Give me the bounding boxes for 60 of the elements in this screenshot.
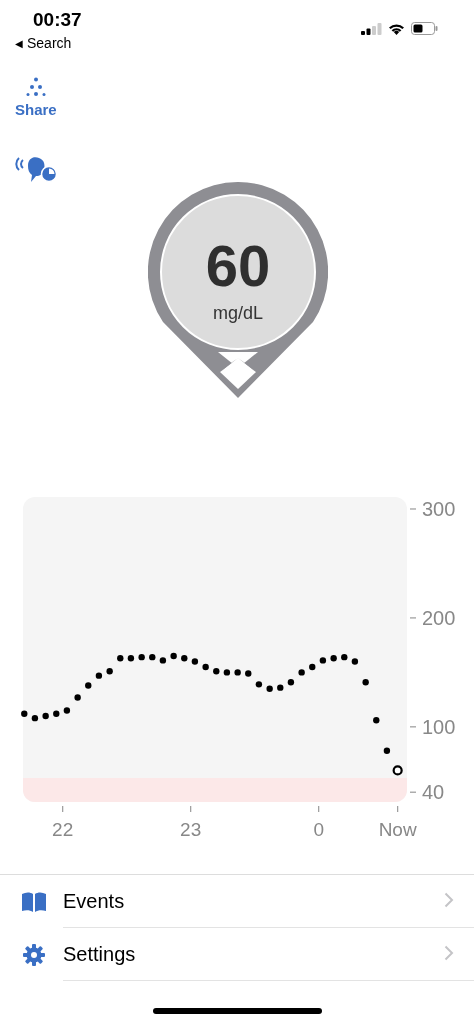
data-point [245,670,252,677]
menu-item[interactable]: Settings [0,928,474,981]
data-point [42,712,49,720]
data-point [213,668,220,675]
data-point [191,658,199,665]
settings-icon [23,943,45,966]
data-point [383,747,391,754]
y-axis-label: 300 [422,498,456,520]
data-point [181,655,188,662]
data-point [362,679,369,686]
x-axis-label: 22 [52,819,74,840]
data-point [330,655,337,662]
data-point [63,707,71,714]
x-axis-label: 23 [180,819,202,840]
menu-item[interactable]: Events [0,875,474,928]
data-point [373,717,380,724]
data-point [127,655,135,662]
data-point [309,663,316,671]
data-point [95,672,103,679]
data-point [159,657,167,664]
x-axis-label: 0 [313,819,324,840]
data-point [277,684,284,691]
wifi-icon [388,22,405,35]
status-time: 00:37 [33,9,82,31]
data-point [106,668,113,675]
data-point [298,669,305,676]
alert-schedule-icon[interactable] [14,154,58,184]
glucose-unit: mg/dL [212,303,263,323]
chevron-right-icon [444,891,454,908]
y-axis-label: 40 [422,781,445,804]
book-icon [21,891,47,912]
data-point [223,669,231,676]
data-point [255,681,263,688]
signal-icon [361,22,382,35]
data-point [117,655,124,662]
glucose-value: 60 [205,233,270,298]
x-axis-label: Now [378,819,417,840]
data-point [202,663,209,671]
data-point [149,653,156,661]
data-point [138,653,145,661]
data-point [31,714,39,722]
y-axis-label: 100 [422,715,456,738]
battery-icon [411,22,438,35]
data-point [234,669,241,676]
chevron-right-icon [444,944,454,961]
data-point [287,679,295,686]
share-icon [26,77,46,96]
data-point [170,652,177,660]
data-point [319,657,327,664]
y-axis-label: 200 [422,606,456,629]
data-point [351,658,359,665]
data-point [53,710,60,717]
data-point [85,682,92,689]
data-point [341,653,348,661]
share-button[interactable]: Share [15,77,57,118]
current-reading-point [392,765,403,776]
data-point [74,694,81,701]
back-link[interactable]: ◀ Search [15,35,72,51]
data-point [266,685,273,692]
data-point [21,710,28,717]
